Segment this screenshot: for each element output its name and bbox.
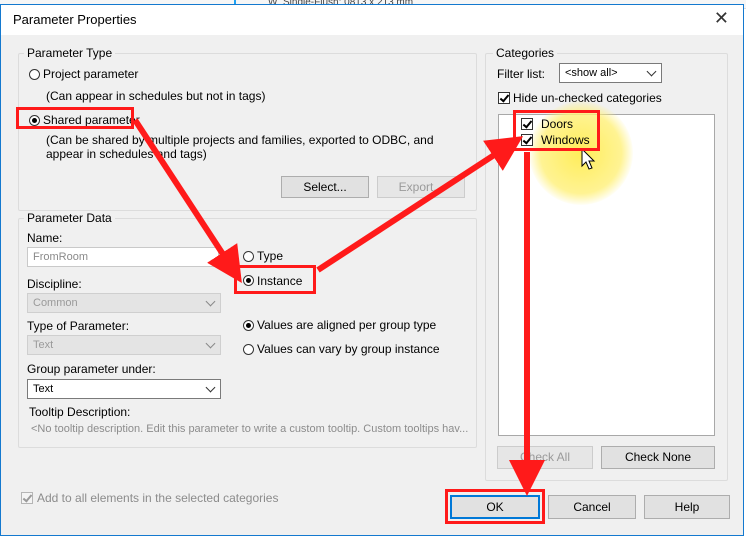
project-parameter-label: Project parameter xyxy=(43,67,139,81)
dropdown-arrow-icon xyxy=(205,382,216,393)
name-label: Name: xyxy=(27,231,63,245)
add-to-all-checkbox[interactable] xyxy=(21,492,33,504)
tooltip-label: Tooltip Description: xyxy=(29,405,131,419)
vary-by-instance-radio[interactable] xyxy=(243,344,254,355)
parameter-data-legend: Parameter Data xyxy=(24,211,115,225)
filter-list-dropdown[interactable]: <show all> xyxy=(559,63,662,83)
discipline-value: Common xyxy=(33,297,78,309)
project-parameter-radio[interactable] xyxy=(29,69,40,80)
annotation-box-instance xyxy=(234,265,316,294)
close-icon[interactable]: ✕ xyxy=(714,8,729,29)
add-to-all-label: Add to all elements in the selected cate… xyxy=(37,491,279,505)
type-radio-label: Type xyxy=(257,249,284,263)
discipline-dropdown[interactable]: Common xyxy=(27,293,221,313)
check-none-button[interactable]: Check None xyxy=(601,446,715,469)
annotation-box-shared-parameter xyxy=(16,107,134,129)
vary-by-instance-label: Values can vary by group instance xyxy=(257,342,440,356)
filter-list-label: Filter list: xyxy=(497,67,545,81)
parameter-properties-dialog: Parameter Properties ✕ Parameter Type Pr… xyxy=(0,4,744,536)
shared-parameter-description-2: appear in schedules and tags) xyxy=(46,147,207,161)
project-parameter-description: (Can appear in schedules but not in tags… xyxy=(46,89,266,103)
select-button[interactable]: Select... xyxy=(281,176,369,198)
type-of-parameter-label: Type of Parameter: xyxy=(27,319,130,333)
help-button[interactable]: Help xyxy=(644,495,730,519)
type-of-parameter-dropdown[interactable]: Text xyxy=(27,335,221,355)
name-field[interactable]: FromRoom xyxy=(27,247,219,267)
hide-unchecked-checkbox[interactable] xyxy=(498,92,510,104)
aligned-per-group-label: Values are aligned per group type xyxy=(257,318,437,332)
dropdown-arrow-icon xyxy=(205,296,216,307)
group-under-value: Text xyxy=(33,383,54,395)
dropdown-arrow-icon xyxy=(205,338,216,349)
export-button[interactable]: Export... xyxy=(377,176,465,198)
categories-legend: Categories xyxy=(493,46,558,60)
parameter-type-legend: Parameter Type xyxy=(24,46,116,60)
cancel-button[interactable]: Cancel xyxy=(548,495,636,519)
tooltip-description[interactable]: <No tooltip description. Edit this param… xyxy=(31,423,468,435)
type-radio[interactable] xyxy=(243,251,254,262)
group-under-label: Group parameter under: xyxy=(27,362,156,376)
filter-list-value: <show all> xyxy=(565,67,618,79)
mouse-cursor-icon xyxy=(581,148,596,170)
discipline-label: Discipline: xyxy=(27,277,82,291)
title-bar: Parameter Properties ✕ xyxy=(1,5,743,35)
annotation-box-categories xyxy=(513,110,600,151)
aligned-per-group-radio[interactable] xyxy=(243,320,254,331)
dropdown-arrow-icon xyxy=(646,66,657,77)
dialog-title: Parameter Properties xyxy=(13,12,137,27)
annotation-box-ok xyxy=(445,489,545,524)
type-of-parameter-value: Text xyxy=(33,339,54,351)
check-all-button[interactable]: Check All xyxy=(497,446,593,469)
group-under-dropdown[interactable]: Text xyxy=(27,379,221,399)
shared-parameter-description-1: (Can be shared by multiple projects and … xyxy=(46,133,434,147)
